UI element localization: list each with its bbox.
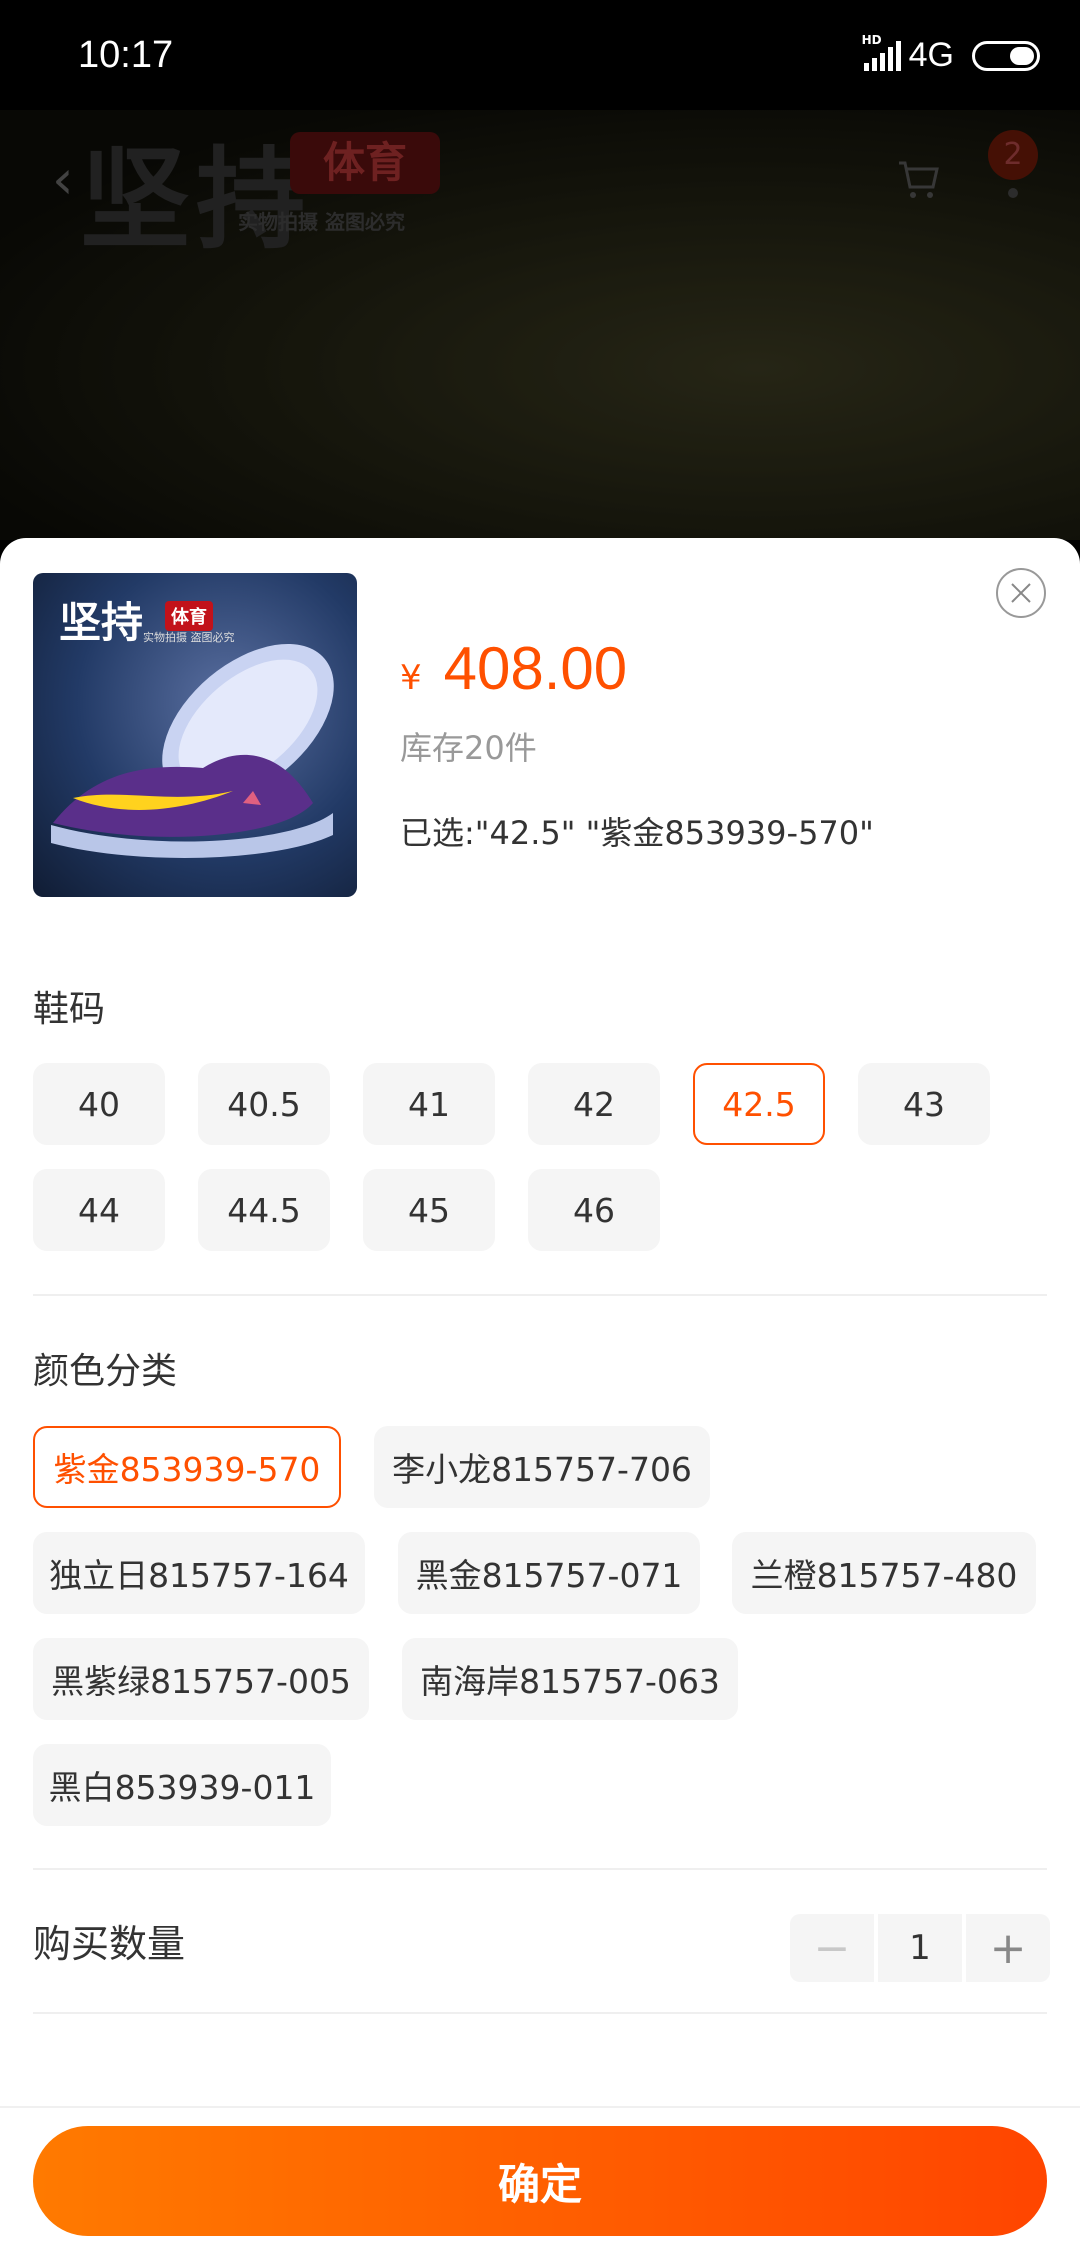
product-hero: 坚持 体育 实物拍摄 盗图必究 ‹ 2 — [0, 110, 1080, 540]
product-thumbnail: 坚持 体育 实物拍摄 盗图必究 — [33, 573, 357, 897]
option-chip[interactable]: 43 — [858, 1063, 990, 1145]
quantity-decrease-button[interactable]: − — [790, 1914, 874, 1982]
thumb-logo-subtitle: 实物拍摄 盗图必究 — [143, 631, 235, 644]
option-chip[interactable]: 南海岸815757-063 — [402, 1638, 738, 1720]
selected-summary: 已选:"42.5" "紫金853939-570" — [400, 814, 874, 852]
option-chip[interactable]: 42 — [528, 1063, 660, 1145]
option-chip[interactable]: 46 — [528, 1169, 660, 1251]
option-chip[interactable]: 44 — [33, 1169, 165, 1251]
status-time: 10:17 — [78, 34, 174, 76]
option-chip[interactable]: 黑白853939-011 — [33, 1744, 331, 1826]
option-chip[interactable]: 兰橙815757-480 — [732, 1532, 1036, 1614]
option-chip[interactable]: 45 — [363, 1169, 495, 1251]
divider — [33, 2012, 1047, 2014]
option-chip[interactable]: 李小龙815757-706 — [374, 1426, 710, 1508]
hd-label: HD — [861, 32, 882, 47]
price-amount: 408.00 — [443, 635, 628, 702]
network-type: 4G — [908, 36, 954, 74]
option-chip[interactable]: 独立日815757-164 — [33, 1532, 365, 1614]
divider — [33, 1294, 1047, 1296]
stock-text: 库存20件 — [400, 729, 537, 767]
close-button[interactable] — [996, 568, 1046, 618]
signal-icon: HD — [862, 33, 901, 71]
close-icon — [1011, 583, 1031, 603]
option-chip[interactable]: 40.5 — [198, 1063, 330, 1145]
option-chip[interactable]: 40 — [33, 1063, 165, 1145]
option-chip[interactable]: 黑紫绿815757-005 — [33, 1638, 369, 1720]
status-bar: 10:17 HD 4G — [0, 0, 1080, 110]
option-chip[interactable]: 44.5 — [198, 1169, 330, 1251]
quantity-stepper: − 1 + — [790, 1914, 1050, 1982]
quantity-value[interactable]: 1 — [878, 1914, 962, 1982]
price: ¥ 408.00 — [400, 634, 627, 703]
currency-symbol: ¥ — [400, 658, 422, 698]
color-section-title: 颜色分类 — [33, 1351, 178, 1392]
option-chip-selected[interactable]: 42.5 — [693, 1063, 825, 1145]
quantity-label: 购买数量 — [33, 1922, 186, 1966]
thumb-logo-badge: 体育 — [165, 601, 213, 631]
size-section-title: 鞋码 — [33, 989, 106, 1030]
divider — [33, 1868, 1047, 1870]
footer-divider — [0, 2106, 1080, 2108]
sku-sheet: 坚持 体育 实物拍摄 盗图必究 ¥ 408.00 库存20件 已选:"42.5"… — [0, 538, 1080, 2248]
option-chip[interactable]: 黑金815757-071 — [398, 1532, 700, 1614]
option-chip[interactable]: 41 — [363, 1063, 495, 1145]
quantity-increase-button[interactable]: + — [966, 1914, 1050, 1982]
confirm-button[interactable]: 确定 — [33, 2126, 1047, 2236]
option-chip-selected[interactable]: 紫金853939-570 — [33, 1426, 341, 1508]
thumb-logo: 坚持 — [59, 598, 144, 647]
battery-icon — [972, 40, 1040, 71]
status-icons: HD 4G — [862, 33, 1040, 75]
